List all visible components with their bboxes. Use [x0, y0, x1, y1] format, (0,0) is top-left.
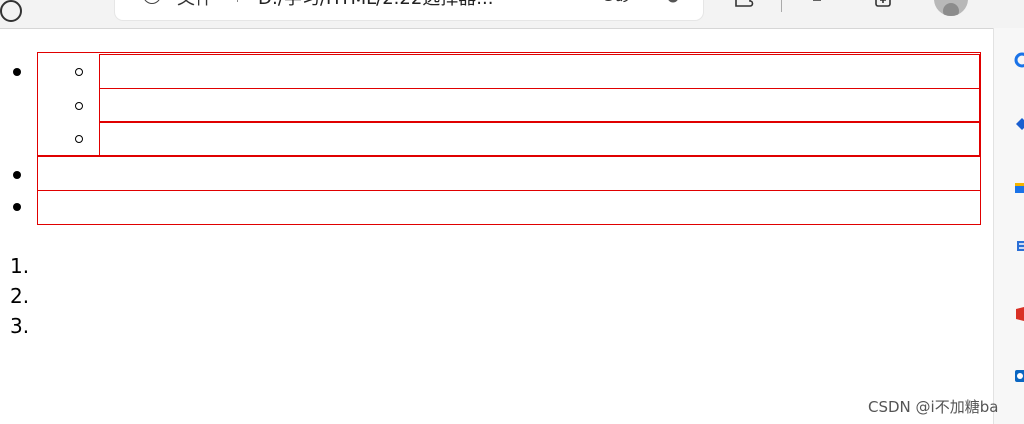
address-separator	[237, 0, 238, 2]
profile-avatar[interactable]	[934, 0, 968, 16]
scheme-label: 文件	[177, 0, 213, 10]
url-text[interactable]: D:/学习/HTML/2.22选择器...	[258, 0, 493, 10]
ordered-list-marker: 1.	[10, 254, 30, 278]
translate-icon[interactable]: Gあ	[602, 0, 630, 6]
collections-icon[interactable]	[870, 0, 896, 14]
toolbar-divider	[781, 0, 782, 12]
search-icon[interactable]	[1014, 52, 1024, 68]
browser-sidebar	[993, 28, 1024, 424]
nested-list-bullet	[75, 68, 83, 76]
nested-list-item	[99, 121, 980, 156]
ordered-list-marker: 2.	[10, 284, 30, 308]
browser-toolbar: 文件 D:/学习/HTML/2.22选择器... A Gあ	[0, 0, 1024, 29]
tools-icon[interactable]	[1014, 178, 1024, 194]
nested-list-bullet	[75, 102, 83, 110]
read-aloud-icon[interactable]: A	[547, 0, 559, 3]
extensions-icon[interactable]	[730, 0, 756, 14]
address-bar[interactable]: 文件 D:/学习/HTML/2.22选择器... A Gあ	[115, 0, 703, 20]
list-bullet	[13, 203, 21, 211]
shopping-icon[interactable]	[1014, 116, 1024, 132]
list-item	[37, 190, 981, 225]
games-icon[interactable]	[1014, 238, 1024, 254]
refresh-icon[interactable]	[0, 0, 22, 22]
list-bullet	[13, 68, 21, 76]
list-item	[37, 156, 981, 191]
page-content: 1. 2. 3.	[0, 28, 993, 424]
office-icon[interactable]	[1014, 306, 1024, 322]
nested-list-bullet	[75, 135, 83, 143]
list-bullet	[13, 171, 21, 179]
favorites-icon[interactable]	[805, 0, 831, 12]
outlook-icon[interactable]	[1014, 368, 1024, 384]
ordered-list-marker: 3.	[10, 314, 30, 338]
watermark: CSDN @i不加糖ba	[868, 398, 999, 416]
info-icon[interactable]	[143, 0, 161, 4]
add-favorite-icon[interactable]	[658, 0, 680, 4]
nested-list-item	[99, 54, 980, 89]
nested-list-item	[99, 88, 980, 123]
